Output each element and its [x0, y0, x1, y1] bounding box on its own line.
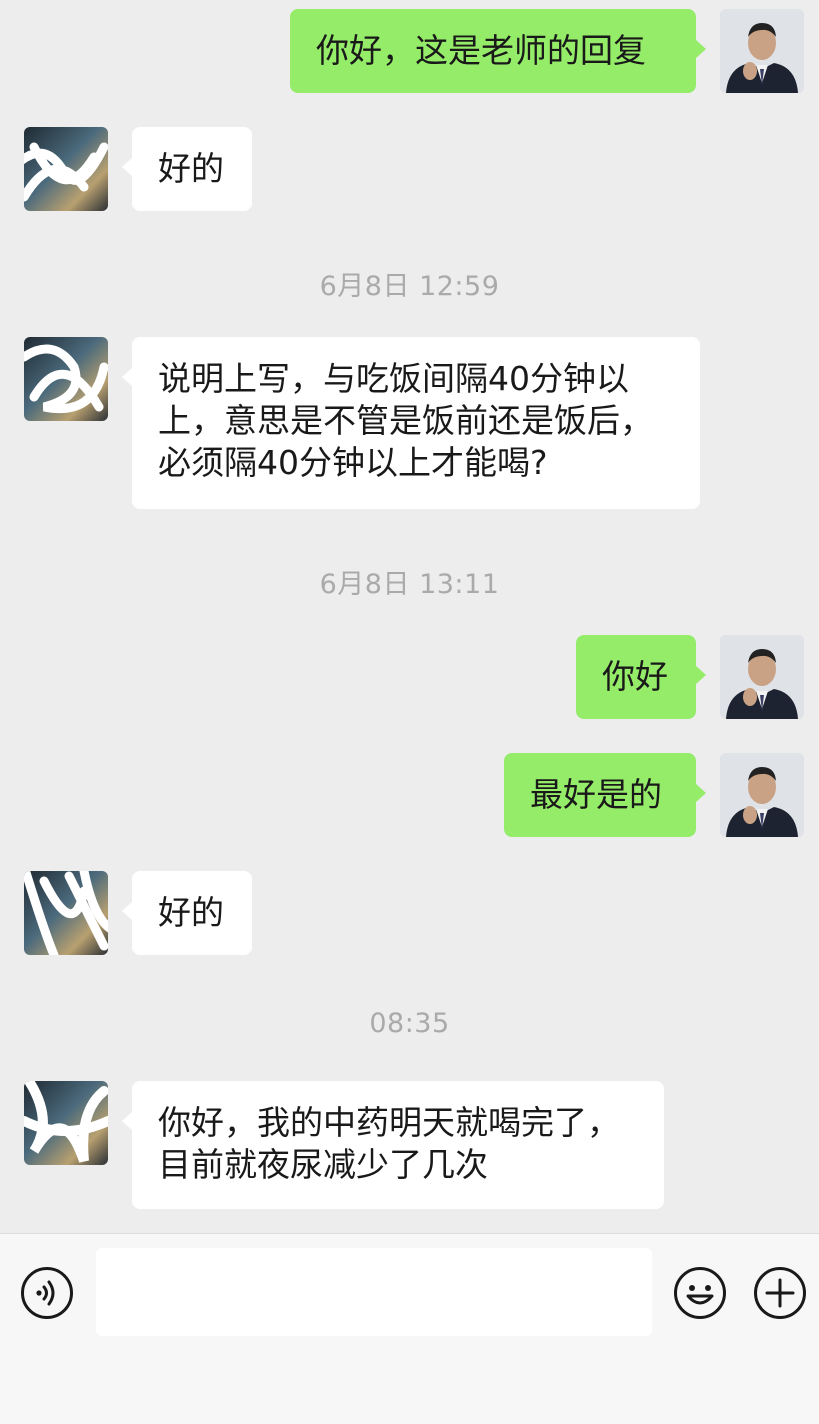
emoji-icon — [674, 1267, 726, 1319]
doctor-photo — [720, 635, 804, 719]
timestamp: 6月8日 13:11 — [319, 569, 500, 600]
message-input[interactable] — [96, 1248, 652, 1336]
doctor-avatar[interactable] — [720, 9, 804, 93]
plus-icon — [754, 1267, 806, 1319]
message-bubble-sent[interactable]: 你好，这是老师的回复 — [290, 9, 706, 93]
scribble-redaction — [24, 142, 108, 202]
doctor-photo — [720, 753, 804, 837]
voice-icon — [21, 1267, 73, 1319]
scribble-redaction — [24, 344, 108, 414]
timestamp: 6月8日 12:59 — [319, 271, 500, 302]
message-bubble-received[interactable]: 好的 — [122, 871, 252, 955]
contact-avatar[interactable] — [24, 127, 108, 211]
emoji-button[interactable] — [673, 1266, 727, 1320]
doctor-avatar[interactable] — [720, 753, 804, 837]
scribble-redaction — [24, 1081, 108, 1163]
message-bubble-sent[interactable]: 最好是的 — [504, 753, 706, 837]
contact-avatar[interactable] — [24, 871, 108, 955]
more-button[interactable] — [753, 1266, 807, 1320]
contact-avatar[interactable] — [24, 337, 108, 421]
message-bubble-received[interactable]: 好的 — [122, 127, 252, 211]
message-bubble-received[interactable]: 你好，我的中药明天就喝完了， 目前就夜尿减少了几次 — [122, 1081, 664, 1209]
timestamp: 08:35 — [369, 1008, 450, 1039]
message-bubble-received[interactable]: 说明上写，与吃饭间隔40分钟以 上，意思是不管是饭前还是饭后， 必须隔40分钟以… — [122, 337, 700, 509]
doctor-photo — [720, 9, 804, 93]
scribble-redaction — [24, 871, 108, 955]
doctor-avatar[interactable] — [720, 635, 804, 719]
message-bubble-sent[interactable]: 你好 — [576, 635, 706, 719]
contact-avatar[interactable] — [24, 1081, 108, 1165]
voice-button[interactable] — [20, 1266, 74, 1320]
